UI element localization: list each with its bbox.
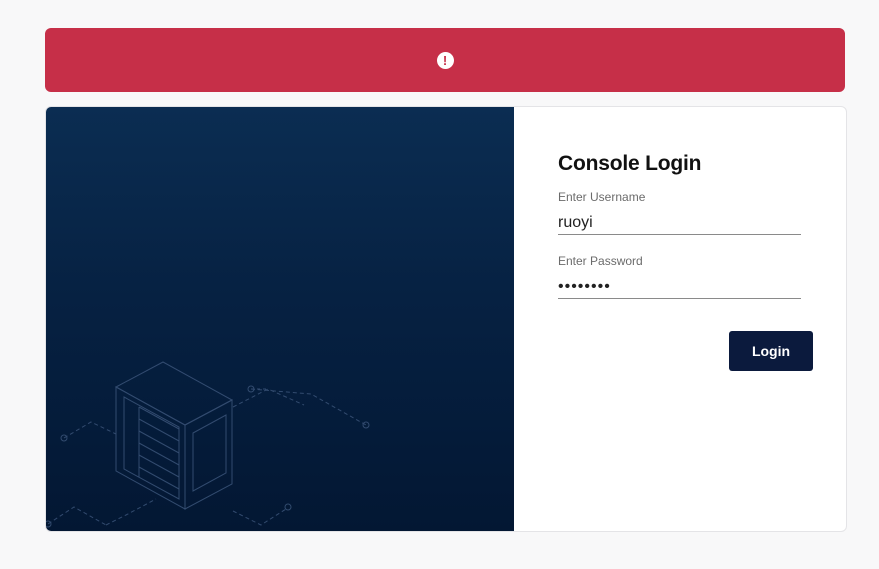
server-rack-icon [46, 361, 370, 528]
login-card: Console Login Enter Username Enter Passw… [45, 106, 847, 532]
login-button[interactable]: Login [729, 331, 813, 371]
login-form: Console Login Enter Username Enter Passw… [558, 107, 846, 531]
hero-panel [46, 107, 514, 531]
page-title: Console Login [558, 152, 702, 175]
exclamation-circle-icon: ! [436, 51, 454, 69]
error-alert-banner: ! [45, 28, 845, 92]
password-field[interactable] [558, 275, 801, 299]
username-label: Enter Username [558, 190, 646, 204]
password-label: Enter Password [558, 254, 643, 268]
username-field[interactable] [558, 211, 801, 235]
